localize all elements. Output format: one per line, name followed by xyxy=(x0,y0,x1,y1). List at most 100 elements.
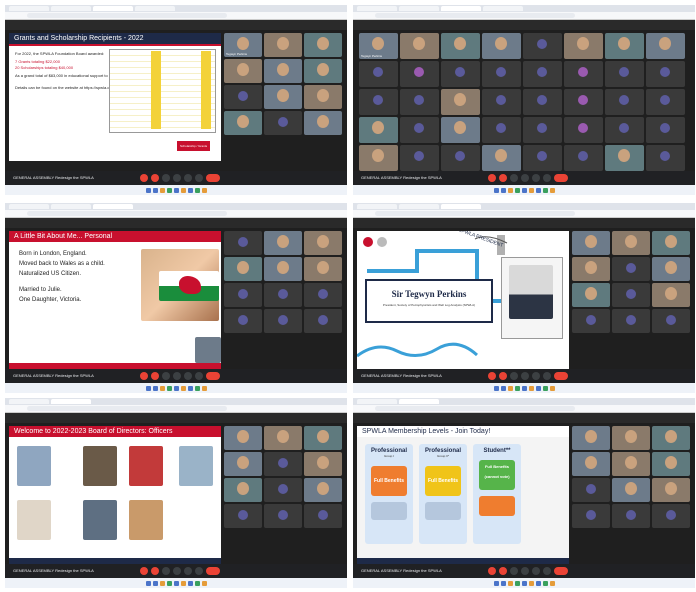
participant-tile[interactable] xyxy=(612,231,650,255)
participant-tile[interactable] xyxy=(304,33,342,57)
present-icon[interactable] xyxy=(184,567,192,575)
participant-tile[interactable] xyxy=(572,478,610,502)
participant-tile[interactable] xyxy=(264,111,302,135)
url-field[interactable] xyxy=(27,13,227,18)
raise-hand-icon[interactable] xyxy=(173,174,181,182)
more-options-icon[interactable] xyxy=(195,372,203,380)
participant-tile[interactable] xyxy=(482,61,521,87)
participant-tile[interactable] xyxy=(224,231,262,255)
participant-tile[interactable] xyxy=(572,426,610,450)
app-icon[interactable] xyxy=(166,385,172,391)
participant-tile[interactable] xyxy=(304,59,342,83)
participant-tile[interactable] xyxy=(304,111,342,135)
mic-icon[interactable] xyxy=(140,372,148,380)
participant-tile[interactable] xyxy=(441,117,480,143)
participant-tile[interactable] xyxy=(646,117,685,143)
url-field[interactable] xyxy=(375,406,575,411)
mic-icon[interactable] xyxy=(488,567,496,575)
raise-hand-icon[interactable] xyxy=(521,372,529,380)
participant-tile[interactable] xyxy=(224,283,262,307)
participant-tile[interactable] xyxy=(224,426,262,450)
participant-tile[interactable] xyxy=(482,117,521,143)
app-icon[interactable] xyxy=(180,580,186,586)
more-options-icon[interactable] xyxy=(543,174,551,182)
url-field[interactable] xyxy=(27,406,227,411)
url-field[interactable] xyxy=(375,13,575,18)
present-icon[interactable] xyxy=(532,567,540,575)
participant-tile[interactable] xyxy=(605,33,644,59)
participant-tile[interactable] xyxy=(441,145,480,171)
participant-tile[interactable] xyxy=(304,283,342,307)
app-icon[interactable] xyxy=(187,187,193,193)
participant-tile[interactable] xyxy=(605,145,644,171)
app-icon[interactable] xyxy=(201,580,207,586)
participant-tile[interactable] xyxy=(572,231,610,255)
app-icon[interactable] xyxy=(528,580,534,586)
participant-tile[interactable] xyxy=(564,61,603,87)
participant-tile[interactable] xyxy=(224,111,262,135)
app-icon[interactable] xyxy=(528,187,534,193)
more-options-icon[interactable] xyxy=(195,567,203,575)
participant-tile[interactable] xyxy=(304,257,342,281)
search-icon[interactable] xyxy=(500,187,506,193)
start-icon[interactable] xyxy=(145,187,151,193)
participant-tile[interactable] xyxy=(264,59,302,83)
participant-tile[interactable] xyxy=(572,283,610,307)
app-icon[interactable] xyxy=(173,580,179,586)
url-field[interactable] xyxy=(375,211,575,216)
more-options-icon[interactable] xyxy=(195,174,203,182)
participant-tile[interactable] xyxy=(572,504,610,528)
participant-tile[interactable] xyxy=(441,89,480,115)
browser-tab[interactable] xyxy=(9,204,49,209)
participant-tile[interactable] xyxy=(612,478,650,502)
end-call-button[interactable] xyxy=(554,567,568,575)
participant-tile[interactable] xyxy=(400,33,439,59)
app-icon[interactable] xyxy=(159,385,165,391)
participant-tile[interactable] xyxy=(612,283,650,307)
app-icon[interactable] xyxy=(507,385,513,391)
participant-tile[interactable] xyxy=(264,85,302,109)
app-icon[interactable] xyxy=(521,580,527,586)
end-call-button[interactable] xyxy=(206,174,220,182)
app-icon[interactable] xyxy=(194,187,200,193)
participant-tile[interactable] xyxy=(482,145,521,171)
participant-tile[interactable] xyxy=(646,145,685,171)
app-icon[interactable] xyxy=(542,580,548,586)
mic-icon[interactable] xyxy=(488,372,496,380)
app-icon[interactable] xyxy=(528,385,534,391)
present-icon[interactable] xyxy=(532,372,540,380)
participant-tile[interactable] xyxy=(612,309,650,333)
browser-tab[interactable] xyxy=(9,399,49,404)
participant-tile[interactable] xyxy=(652,257,690,281)
app-icon[interactable] xyxy=(180,385,186,391)
app-icon[interactable] xyxy=(542,187,548,193)
captions-icon[interactable] xyxy=(162,567,170,575)
app-icon[interactable] xyxy=(187,385,193,391)
participant-tile[interactable] xyxy=(304,452,342,476)
start-icon[interactable] xyxy=(493,187,499,193)
participant-tile[interactable] xyxy=(400,89,439,115)
participant-tile[interactable] xyxy=(441,61,480,87)
participant-tile[interactable] xyxy=(224,478,262,502)
end-call-button[interactable] xyxy=(554,372,568,380)
app-icon[interactable] xyxy=(201,187,207,193)
participant-tile[interactable] xyxy=(264,257,302,281)
start-icon[interactable] xyxy=(493,580,499,586)
url-field[interactable] xyxy=(27,211,227,216)
participant-tile[interactable] xyxy=(359,61,398,87)
captions-icon[interactable] xyxy=(510,174,518,182)
app-icon[interactable] xyxy=(180,187,186,193)
browser-tab[interactable] xyxy=(399,204,439,209)
camera-icon[interactable] xyxy=(151,174,159,182)
browser-tab[interactable] xyxy=(399,399,439,404)
participant-tile[interactable] xyxy=(652,426,690,450)
participant-tile[interactable] xyxy=(359,117,398,143)
participant-tile[interactable] xyxy=(224,452,262,476)
participant-tile[interactable] xyxy=(400,117,439,143)
app-icon[interactable] xyxy=(535,385,541,391)
participant-tile[interactable] xyxy=(224,59,262,83)
participant-tile[interactable] xyxy=(264,231,302,255)
participant-tile[interactable] xyxy=(224,257,262,281)
participant-tile[interactable] xyxy=(652,452,690,476)
app-icon[interactable] xyxy=(173,187,179,193)
